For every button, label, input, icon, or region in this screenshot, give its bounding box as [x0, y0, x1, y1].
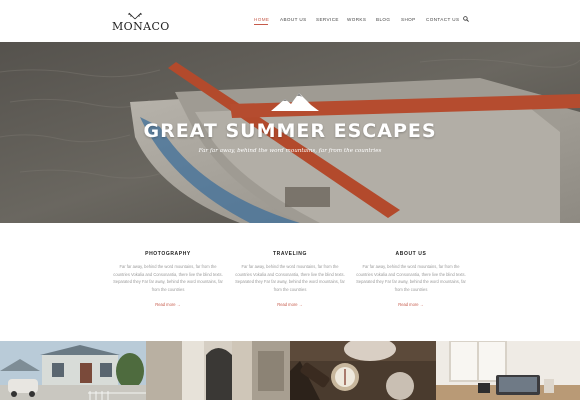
doorway-photo [146, 341, 290, 400]
feature-photography: PHOTOGRAPHY Far far away, behind the wor… [113, 251, 223, 311]
feature-about-us: ABOUT US Far far away, behind the word m… [356, 251, 466, 311]
read-more-link[interactable]: Read more → [155, 302, 180, 307]
nav-item-about-us[interactable]: ABOUT US [280, 17, 307, 22]
feature-text: Far far away, behind the word mountains,… [113, 264, 223, 292]
hero-banner: GREAT SUMMER ESCAPES Far far away, behin… [0, 42, 580, 223]
nav-item-home[interactable]: HOME [254, 17, 269, 22]
compass-photo [290, 341, 436, 400]
house-photo [0, 341, 146, 400]
hero-subtitle: Far far away, behind the word mountains,… [198, 148, 382, 154]
feature-traveling: TRAVELING Far far away, behind the word … [235, 251, 345, 311]
site-header: MONACO HOME ABOUT US SERVICE WORKS BLOG … [0, 0, 580, 42]
photo-gallery [0, 341, 580, 400]
feature-text: Far far away, behind the word mountains,… [356, 264, 466, 292]
nav-item-service[interactable]: SERVICE [316, 17, 339, 22]
gallery-tile-doorway[interactable] [146, 341, 290, 400]
desk-photo [436, 341, 580, 400]
nav-item-works[interactable]: WORKS [347, 17, 366, 22]
gallery-tile-desk[interactable] [436, 341, 580, 400]
search-icon[interactable] [463, 16, 469, 22]
nav-item-blog[interactable]: BLOG [376, 17, 390, 22]
gallery-tile-compass[interactable] [290, 341, 436, 400]
hero-title: GREAT SUMMER ESCAPES [143, 120, 437, 142]
mountain-icon [271, 93, 319, 111]
feature-title: ABOUT US [395, 251, 427, 257]
brand-name: MONACO [112, 20, 170, 33]
nav-item-contact-us[interactable]: CONTACT US [426, 17, 459, 22]
feature-title: TRAVELING [273, 251, 307, 257]
feature-text: Far far away, behind the word mountains,… [235, 264, 345, 292]
nav-item-shop[interactable]: SHOP [401, 17, 416, 22]
antlers-icon [127, 12, 143, 20]
nav-active-underline [254, 24, 268, 25]
read-more-link[interactable]: Read more → [398, 302, 423, 307]
read-more-link[interactable]: Read more → [277, 302, 302, 307]
features-section: PHOTOGRAPHY Far far away, behind the wor… [0, 223, 580, 341]
gallery-tile-house[interactable] [0, 341, 146, 400]
feature-title: PHOTOGRAPHY [145, 251, 191, 257]
site-logo[interactable]: MONACO [112, 11, 169, 33]
